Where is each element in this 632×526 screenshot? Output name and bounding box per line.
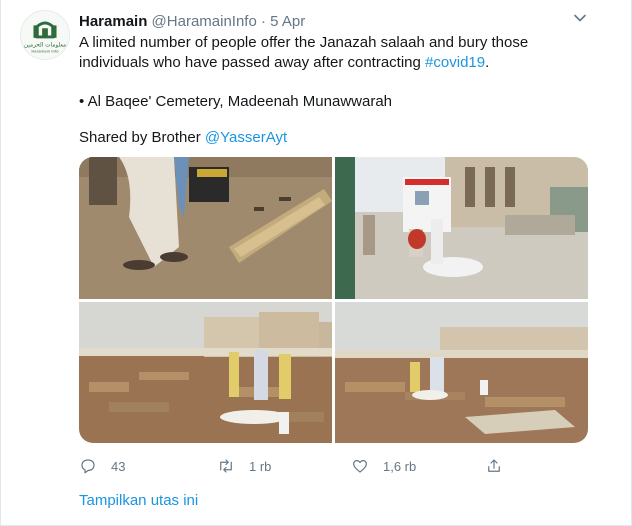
tweet-text-line-2-prefix: individuals who have passed away after c… bbox=[79, 54, 426, 71]
reply-icon bbox=[81, 459, 95, 474]
photo-4[interactable] bbox=[335, 302, 588, 443]
logo-english-text: Haramain Info bbox=[31, 48, 59, 53]
show-thread-link[interactable]: Tampilkan utas ini bbox=[79, 492, 198, 509]
hashtag-link[interactable]: #covid19 bbox=[425, 54, 485, 71]
tweet-card[interactable]: معلومات الحرمين Haramain Info Haramain @… bbox=[0, 0, 632, 526]
tweet-text-line-2-suffix: . bbox=[485, 54, 490, 71]
like-button[interactable]: 1,6 rb bbox=[351, 455, 416, 477]
heart-icon bbox=[353, 460, 367, 473]
tweet-header: Haramain @HaramainInfo · 5 Apr bbox=[79, 12, 305, 32]
more-options-chevron-down-icon[interactable] bbox=[573, 11, 587, 25]
share-icon bbox=[488, 459, 500, 472]
tweet-text-line-2: individuals who have passed away after c… bbox=[79, 53, 489, 73]
share-button[interactable] bbox=[485, 455, 503, 477]
photo-2[interactable] bbox=[335, 157, 588, 299]
location-line: • Al Baqee' Cemetery, Madeenah Munawwara… bbox=[79, 93, 393, 110]
haramain-logo-icon: معلومات الحرمين Haramain Info bbox=[21, 11, 69, 59]
shared-by-line: Shared by Brother @YasserAyt bbox=[79, 128, 287, 148]
photo-1[interactable] bbox=[79, 157, 332, 299]
reply-button[interactable]: 43 bbox=[79, 455, 125, 477]
tweet-actions: 43 1 rb 1,6 rb bbox=[79, 455, 588, 477]
header-separator: · bbox=[261, 13, 266, 30]
author-name[interactable]: Haramain bbox=[79, 13, 147, 30]
shared-by-prefix: Shared by Brother bbox=[79, 129, 205, 146]
media-grid bbox=[79, 157, 588, 443]
author-avatar[interactable]: معلومات الحرمين Haramain Info bbox=[20, 10, 70, 60]
photo-3[interactable] bbox=[79, 302, 332, 443]
retweet-count: 1 rb bbox=[249, 458, 272, 474]
tweet-text-line-1: A limited number of people offer the Jan… bbox=[79, 34, 529, 51]
tweet-date[interactable]: 5 Apr bbox=[270, 13, 305, 30]
author-handle[interactable]: @HaramainInfo bbox=[152, 13, 257, 30]
retweet-button[interactable]: 1 rb bbox=[217, 455, 271, 477]
retweet-icon bbox=[220, 459, 232, 473]
mention-link[interactable]: @YasserAyt bbox=[205, 129, 287, 146]
reply-count: 43 bbox=[111, 458, 126, 474]
like-count: 1,6 rb bbox=[383, 458, 417, 474]
